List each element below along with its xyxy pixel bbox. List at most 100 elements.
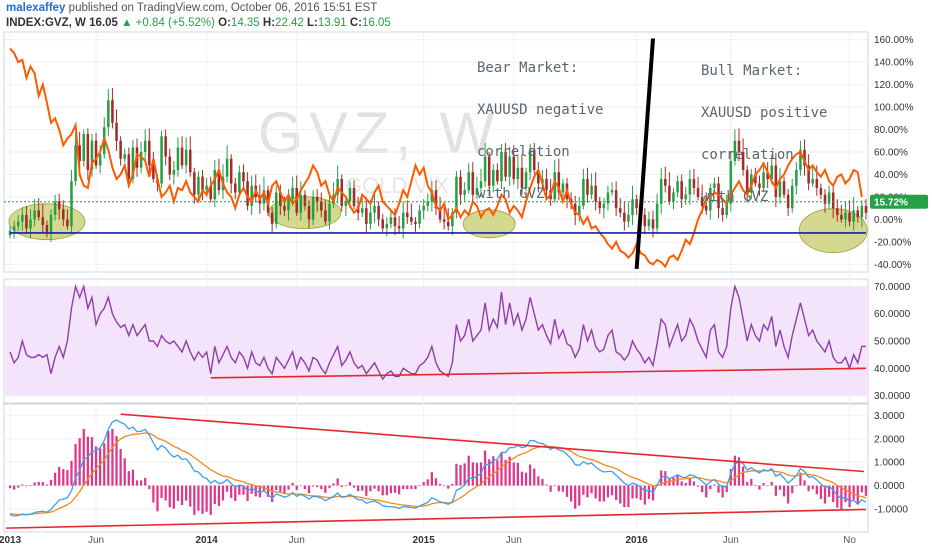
last-price-badge: 15.72% [870,194,928,209]
candle-body [471,172,475,195]
candle-body [414,221,417,224]
histogram-bar [238,485,241,495]
candle-body [610,190,614,193]
candle-body [397,226,401,229]
candle-body [41,217,45,226]
candle-body [270,212,274,224]
histogram-bar [516,462,519,486]
candle-body [467,172,470,191]
candle-body [188,149,192,173]
histogram-bar [307,485,311,494]
candle-body [123,154,126,159]
bear-annotation-line: correlation [477,144,570,160]
histogram-bar [475,462,479,486]
histogram-bar [58,467,61,486]
histogram-bar [623,485,626,508]
macd-histogram [8,428,868,515]
x-tick-label: 2013 [0,535,22,546]
histogram-bar [123,458,126,486]
histogram-bar [131,469,135,486]
price-tick-label: 140.00% [874,58,914,69]
histogram-bar [672,477,675,486]
candle-body [283,205,286,211]
bear-annotation-line: Bear Market: [477,60,579,76]
price-tick-label: -20.00% [874,237,911,248]
histogram-bar [463,463,466,486]
histogram-bar [221,485,225,501]
bear-annotation-line: XAUUSD negative [477,102,604,118]
histogram-bar [209,485,212,515]
price-tick-label: -40.00% [874,260,911,271]
histogram-bar [45,484,49,486]
histogram-bar [701,485,704,493]
histogram-bar [549,485,552,492]
candle-body [16,221,20,227]
candle-body [197,176,200,195]
histogram-bar [295,485,298,491]
candle-body [307,205,311,220]
candle-body [184,149,188,166]
candle-body [459,176,462,195]
histogram-bar [205,485,208,512]
candle-body [848,212,851,222]
histogram-bar [393,485,397,493]
histogram-bar [758,485,761,490]
candle-body [139,152,143,168]
histogram-bar [496,460,499,486]
candle-body [410,217,413,222]
price-tick-label: 0.00% [874,215,902,226]
histogram-bar [275,485,278,491]
histogram-bar [172,485,175,509]
histogram-bar [320,485,323,490]
candle-body [193,172,196,195]
candle-body [143,140,147,152]
histogram-bar [152,485,155,503]
price-tick-label: 100.00% [874,103,914,114]
bull-annotation-line: XAUUSD positive [701,105,828,121]
histogram-bar [66,470,69,486]
candle-body [229,158,233,184]
histogram-bar [29,485,32,486]
candle-body [668,185,671,202]
candle-body [115,122,118,141]
candle-body [672,192,675,202]
candle-body [422,205,425,211]
histogram-bar [750,478,753,486]
histogram-bar [99,448,102,486]
candle-body [62,209,65,220]
candle-body [406,212,409,218]
histogram-bar [795,485,798,486]
histogram-bar [348,481,352,486]
histogram-bar [402,485,405,490]
histogram-bar [832,485,835,503]
histogram-bar [139,480,143,486]
histogram-bar [852,485,855,500]
histogram-bar [176,485,180,501]
rsi-band [4,286,868,396]
histogram-bar [643,485,646,505]
candle-body [49,214,53,233]
price-tick-label: 40.00% [874,170,908,181]
histogram-bar [602,485,605,502]
histogram-bar [283,485,286,494]
x-tick-label: 2014 [195,535,218,546]
histogram-bar [119,449,122,486]
candle-body [127,154,131,179]
histogram-bar [230,485,233,498]
x-tick-label: Jun [289,535,305,546]
histogram-bar [594,485,597,499]
price-tick-label: 120.00% [874,80,914,91]
histogram-bar [811,485,814,490]
histogram-bar [770,481,773,486]
histogram-bar [606,485,610,498]
histogram-bar [332,483,335,486]
histogram-bar [385,485,388,496]
candle-body [442,219,446,222]
histogram-bar [369,485,372,492]
rsi-tick-label: 50.0000 [874,337,911,348]
candle-body [107,100,110,128]
histogram-bar [447,485,450,489]
histogram-bar [774,485,777,496]
candle-body [238,172,241,193]
x-tick-label: Jun [723,535,739,546]
